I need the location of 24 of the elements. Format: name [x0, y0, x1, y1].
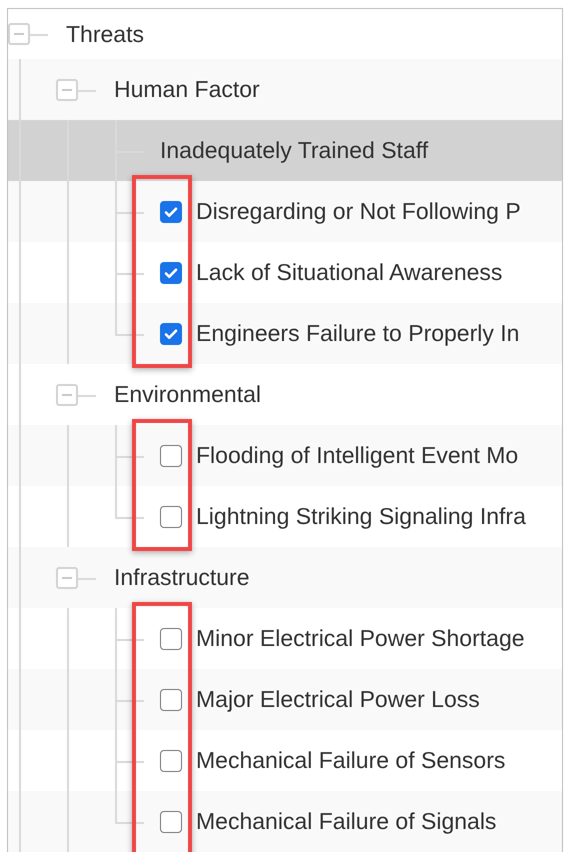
tree-node-label[interactable]: Infrastructure: [114, 564, 250, 591]
tree-item-label: Mechanical Failure of Sensors: [196, 747, 506, 774]
tree-node-label[interactable]: Environmental: [114, 381, 262, 408]
tree-node-label[interactable]: Human Factor: [114, 76, 260, 103]
checkbox[interactable]: [160, 444, 182, 466]
selected-tree-row[interactable]: Inadequately Trained Staff: [8, 120, 562, 181]
checkbox[interactable]: [160, 750, 182, 772]
tree-item-label: Disregarding or Not Following P: [196, 198, 521, 225]
tree-item-label: Lack of Situational Awareness: [196, 259, 502, 286]
tree-item-label: Mechanical Failure of Signals: [196, 808, 496, 835]
tree-item-label: Lightning Striking Signaling Infra: [196, 503, 526, 530]
checkbox[interactable]: [160, 810, 182, 832]
tree-node-label[interactable]: Threats: [66, 20, 144, 48]
checkbox[interactable]: [160, 262, 182, 284]
tree-item-label: Major Electrical Power Loss: [196, 686, 480, 713]
checkbox[interactable]: [160, 200, 182, 222]
tree-item-label: Flooding of Intelligent Event Mo: [196, 442, 518, 469]
tree-item-label: Inadequately Trained Staff: [160, 137, 428, 164]
tree-item-label: Minor Electrical Power Shortage: [196, 625, 525, 652]
checkbox[interactable]: [160, 506, 182, 528]
checkbox[interactable]: [160, 688, 182, 710]
checkbox[interactable]: [160, 628, 182, 650]
checkbox[interactable]: [160, 322, 182, 344]
tree-item-label: Engineers Failure to Properly In: [196, 320, 520, 347]
